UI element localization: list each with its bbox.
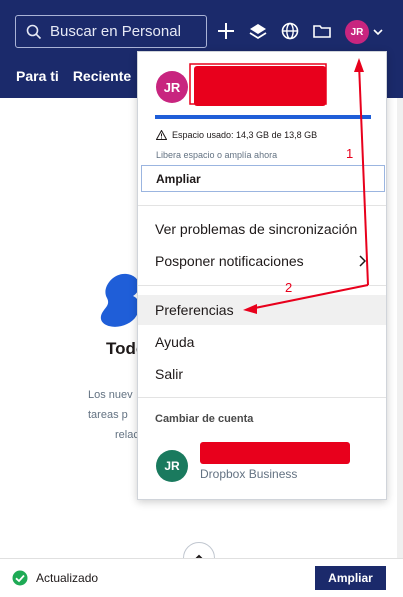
menu-item-label: Preferencias (155, 302, 234, 318)
account-type[interactable]: Dropbox Business (200, 467, 297, 481)
globe-icon[interactable] (280, 21, 300, 41)
divider (138, 285, 386, 286)
search-placeholder: Buscar en Personal (50, 23, 181, 40)
storage-info: Espacio usado: 14,3 GB de 13,8 GB (156, 130, 317, 140)
account-menu-button[interactable]: JR (345, 19, 385, 45)
empty-state-text-2: tareas p (88, 409, 128, 421)
nav-tabs: Para ti Reciente (16, 68, 131, 84)
folder-icon[interactable] (312, 21, 332, 41)
avatar: JR (345, 20, 369, 44)
account-avatar[interactable]: JR (156, 450, 188, 482)
storage-usage-bar (155, 115, 371, 119)
menu-item-label: Posponer notificaciones (155, 253, 304, 269)
scrollbar[interactable] (397, 98, 403, 558)
menu-upgrade-button[interactable]: Ampliar (141, 165, 385, 192)
plus-icon[interactable] (216, 21, 236, 41)
switch-account-label: Cambiar de cuenta (155, 413, 254, 425)
menu-item-help[interactable]: Ayuda (138, 327, 386, 357)
tab-reciente[interactable]: Reciente (73, 68, 131, 84)
divider (138, 397, 386, 398)
chevron-right-icon (359, 255, 366, 267)
storage-used-text: Espacio usado: 14,3 GB de 13,8 GB (172, 130, 318, 140)
empty-state-text-1: Los nuev (88, 389, 133, 401)
warning-icon (156, 130, 167, 140)
layers-icon[interactable] (248, 21, 268, 41)
menu-item-snooze-notifications[interactable]: Posponer notificaciones (138, 246, 386, 276)
empty-state-text-3: relac (115, 429, 139, 441)
sync-status: Actualizado (36, 571, 99, 585)
redacted-account-name (200, 442, 350, 464)
tab-para-ti[interactable]: Para ti (16, 68, 59, 84)
menu-item-sign-out[interactable]: Salir (138, 359, 386, 389)
storage-hint-text: Libera espacio o amplía ahora (156, 150, 278, 160)
search-input[interactable]: Buscar en Personal (15, 15, 207, 48)
search-icon (26, 24, 42, 39)
divider (138, 205, 386, 206)
menu-item-label: Ver problemas de sincronización (155, 221, 358, 237)
upgrade-button[interactable]: Ampliar (315, 566, 386, 590)
menu-item-label: Ayuda (155, 334, 195, 350)
status-bar: Actualizado Ampliar (0, 558, 403, 597)
menu-item-sync-issues[interactable]: Ver problemas de sincronización (138, 214, 386, 244)
account-dropdown-menu: JR Espacio usado: 14,3 GB de 13,8 GB Lib… (137, 51, 387, 500)
menu-avatar: JR (156, 71, 188, 103)
menu-item-label: Salir (155, 366, 184, 382)
check-circle-icon (12, 570, 28, 586)
menu-item-preferences[interactable]: Preferencias (138, 295, 386, 325)
chevron-down-icon (373, 29, 383, 36)
redacted-name-email (194, 66, 326, 106)
